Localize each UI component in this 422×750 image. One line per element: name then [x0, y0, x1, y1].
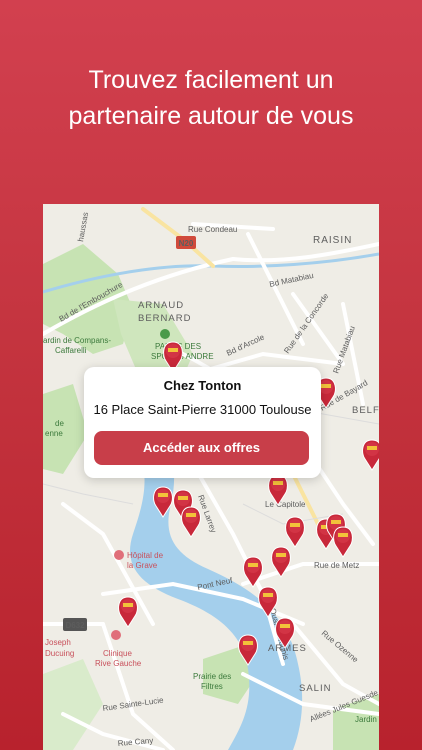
- label-rue-condeau: Rue Condeau: [188, 225, 237, 234]
- label-hopital-1: Hôpital de: [127, 551, 164, 560]
- label-salin: SALIN: [299, 683, 331, 694]
- label-clinique-2: Rive Gauche: [95, 659, 142, 668]
- label-le-capitole: Le Capitole: [265, 500, 306, 509]
- headline: Trouvez facilement un partenaire autour …: [0, 62, 422, 134]
- label-joseph-2: Ducuing: [45, 649, 74, 658]
- view-offers-button[interactable]: Accéder aux offres: [94, 431, 309, 465]
- clinique-icon: [111, 630, 121, 640]
- label-bernard: BERNARD: [138, 313, 191, 324]
- partner-address: 16 Place Saint-Pierre 31000 Toulouse: [93, 402, 312, 417]
- headline-line-2: partenaire autour de vous: [68, 102, 354, 130]
- palais-icon: [160, 329, 170, 339]
- d632-label: D632: [65, 621, 85, 630]
- label-jardin-de: de: [55, 419, 64, 428]
- label-raisin: RAISIN: [313, 235, 352, 246]
- partner-callout[interactable]: Chez Tonton 16 Place Saint-Pierre 31000 …: [84, 367, 321, 478]
- label-garonne: enne: [45, 429, 63, 438]
- label-prairie-2: Filtres: [201, 682, 223, 691]
- label-rue-metz: Rue de Metz: [314, 561, 359, 570]
- hospital-icon: [114, 550, 124, 560]
- label-belfort: BELFO: [352, 405, 379, 416]
- n20-label: N20: [179, 239, 194, 248]
- label-jardin-compans-2: Caffarelli: [55, 346, 87, 355]
- label-arnaud: ARNAUD: [138, 300, 184, 311]
- label-clinique-1: Clinique: [103, 649, 132, 658]
- label-hopital-2: la Grave: [127, 561, 158, 570]
- label-jardin-right: Jardin: [355, 715, 377, 724]
- headline-line-1: Trouvez facilement un: [88, 66, 334, 94]
- label-prairie-1: Prairie des: [193, 672, 231, 681]
- label-joseph-1: Joseph: [45, 638, 71, 647]
- label-jardin-compans-1: ardin de Compans-: [43, 336, 111, 345]
- partner-name: Chez Tonton: [163, 378, 242, 393]
